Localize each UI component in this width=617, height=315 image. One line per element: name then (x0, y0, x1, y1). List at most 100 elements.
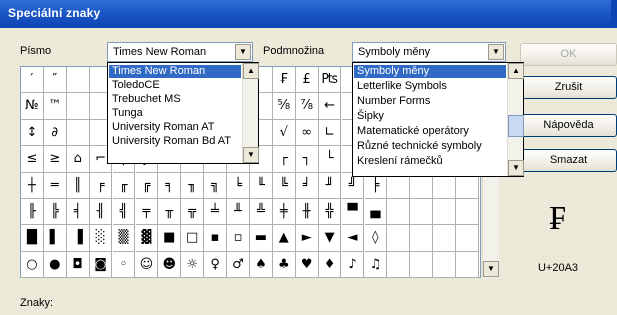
char-cell[interactable]: ⅞ (295, 93, 319, 120)
cancel-button[interactable]: Zrušit (520, 76, 617, 99)
char-cell[interactable]: ♂ (227, 251, 250, 279)
char-cell[interactable]: ♣ (272, 251, 296, 279)
char-cell[interactable]: ▫ (227, 225, 250, 252)
char-cell[interactable]: ≤ (21, 146, 44, 173)
font-combobox[interactable]: Times New Roman ▼ (107, 42, 253, 62)
char-cell[interactable]: ╟ (21, 199, 44, 226)
char-cell[interactable]: ◙ (89, 251, 113, 279)
char-cell[interactable]: ○ (21, 251, 44, 279)
char-cell[interactable] (433, 225, 456, 252)
char-cell[interactable]: ╚ (272, 172, 296, 199)
char-cell[interactable]: ↕ (21, 119, 44, 147)
font-list-item[interactable]: University Roman AT (109, 121, 241, 134)
char-cell[interactable]: ⅝ (272, 93, 296, 120)
subset-list-item[interactable]: Number Forms (354, 95, 506, 108)
char-cell[interactable]: ▒ (112, 225, 136, 252)
char-cell[interactable] (456, 251, 479, 279)
font-list-item[interactable]: University Roman Bd AT (109, 135, 241, 148)
char-cell[interactable]: □ (181, 225, 205, 252)
char-cell[interactable]: ╗ (204, 172, 227, 199)
font-list-item[interactable]: ToledoCE (109, 79, 241, 92)
char-cell[interactable]: ☺ (135, 251, 159, 279)
grid-scroll-down-icon[interactable]: ▼ (483, 261, 499, 277)
char-cell[interactable] (433, 251, 456, 279)
subset-dropdown-arrow-icon[interactable]: ▼ (488, 44, 504, 60)
char-cell[interactable]: ╣ (112, 199, 136, 226)
char-cell[interactable]: ◦ (112, 251, 136, 279)
char-cell[interactable]: ╜ (318, 172, 342, 199)
subset-list-item[interactable]: Symboly měny (354, 65, 506, 78)
char-cell[interactable]: └ (318, 146, 342, 173)
font-list-item[interactable]: Trebuchet MS (109, 93, 241, 106)
char-cell[interactable]: ╘ (227, 172, 250, 199)
char-cell[interactable]: ╕ (158, 172, 182, 199)
char-cell[interactable]: ║ (66, 172, 90, 199)
char-cell[interactable]: ♠ (250, 251, 273, 279)
char-cell[interactable]: ▲ (272, 225, 296, 252)
char-cell[interactable]: █ (21, 225, 44, 252)
font-dropdown-arrow-icon[interactable]: ▼ (235, 44, 251, 60)
subset-list-scroll-down-icon[interactable]: ▼ (508, 160, 524, 176)
char-cell[interactable]: ∂ (43, 119, 67, 147)
char-cell[interactable]: ∟ (318, 119, 342, 147)
char-cell[interactable] (410, 251, 434, 279)
char-cell[interactable] (456, 199, 479, 226)
char-cell[interactable]: ▐ (66, 225, 90, 252)
char-cell[interactable]: ∞ (295, 119, 319, 147)
char-cell[interactable]: ┐ (295, 146, 319, 173)
char-cell[interactable]: ■ (158, 225, 182, 252)
char-cell[interactable]: ☼ (181, 251, 205, 279)
subset-list-item[interactable]: Matematické operátory (354, 125, 506, 138)
char-cell[interactable]: ▀ (341, 199, 365, 226)
char-cell[interactable]: ♪ (341, 251, 365, 279)
char-cell[interactable]: ▌ (43, 225, 67, 252)
char-cell[interactable]: ┼ (21, 172, 44, 199)
char-cell[interactable]: ░ (89, 225, 113, 252)
char-cell[interactable]: ╔ (135, 172, 159, 199)
subset-combobox[interactable]: Symboly měny ▼ (352, 42, 506, 62)
char-cell[interactable]: ╦ (181, 199, 205, 226)
char-cell[interactable]: ▓ (135, 225, 159, 252)
subset-list-item[interactable]: Kreslení rámečků (354, 155, 506, 168)
char-cell[interactable] (456, 225, 479, 252)
char-cell[interactable]: № (21, 93, 44, 120)
char-cell[interactable] (433, 199, 456, 226)
char-cell[interactable]: ′ (21, 67, 44, 94)
char-cell[interactable] (66, 93, 90, 120)
char-cell[interactable]: ╪ (272, 199, 296, 226)
char-cell[interactable]: ╫ (295, 199, 319, 226)
font-dropdown-list[interactable]: Times New Roman ToledoCE Trebuchet MS Tunga… (107, 62, 259, 164)
char-cell[interactable]: ▬ (250, 225, 273, 252)
subset-list-scrollbar[interactable]: ▲ ▼ (507, 63, 524, 176)
char-cell[interactable]: ◄ (341, 225, 365, 252)
char-cell[interactable]: ♀ (204, 251, 227, 279)
char-cell[interactable]: ╒ (89, 172, 113, 199)
subset-list-item[interactable]: Různé technické symboly (354, 140, 506, 153)
char-cell[interactable]: √ (272, 119, 296, 147)
char-cell[interactable] (387, 225, 411, 252)
char-cell[interactable]: ╨ (227, 199, 250, 226)
char-cell[interactable]: ♦ (318, 251, 342, 279)
subset-list-item[interactable]: Letterlike Symbols (354, 80, 506, 93)
char-cell[interactable]: ╩ (250, 199, 273, 226)
char-cell[interactable]: ╧ (204, 199, 227, 226)
char-cell[interactable]: ╢ (89, 199, 113, 226)
char-cell[interactable]: ╓ (112, 172, 136, 199)
char-cell[interactable]: ╠ (43, 199, 67, 226)
char-cell[interactable]: ╛ (295, 172, 319, 199)
subset-list-item[interactable]: Šipky (354, 110, 506, 123)
font-list-scroll-up-icon[interactable]: ▲ (243, 63, 259, 79)
font-list-scrollbar[interactable]: ▲ ▼ (242, 63, 259, 163)
char-cell[interactable]: ┌ (272, 146, 296, 173)
char-cell[interactable]: ™ (43, 93, 67, 120)
font-list-item[interactable]: Times New Roman (109, 65, 241, 78)
char-cell[interactable] (66, 119, 90, 147)
char-cell[interactable] (410, 225, 434, 252)
char-cell[interactable]: ☻ (158, 251, 182, 279)
char-cell[interactable]: ► (295, 225, 319, 252)
help-button[interactable]: Nápověda (520, 114, 617, 137)
char-cell[interactable]: ╥ (158, 199, 182, 226)
subset-list-scroll-thumb[interactable] (508, 115, 524, 137)
font-list-item[interactable]: Tunga (109, 107, 241, 120)
char-cell[interactable]: ● (43, 251, 67, 279)
